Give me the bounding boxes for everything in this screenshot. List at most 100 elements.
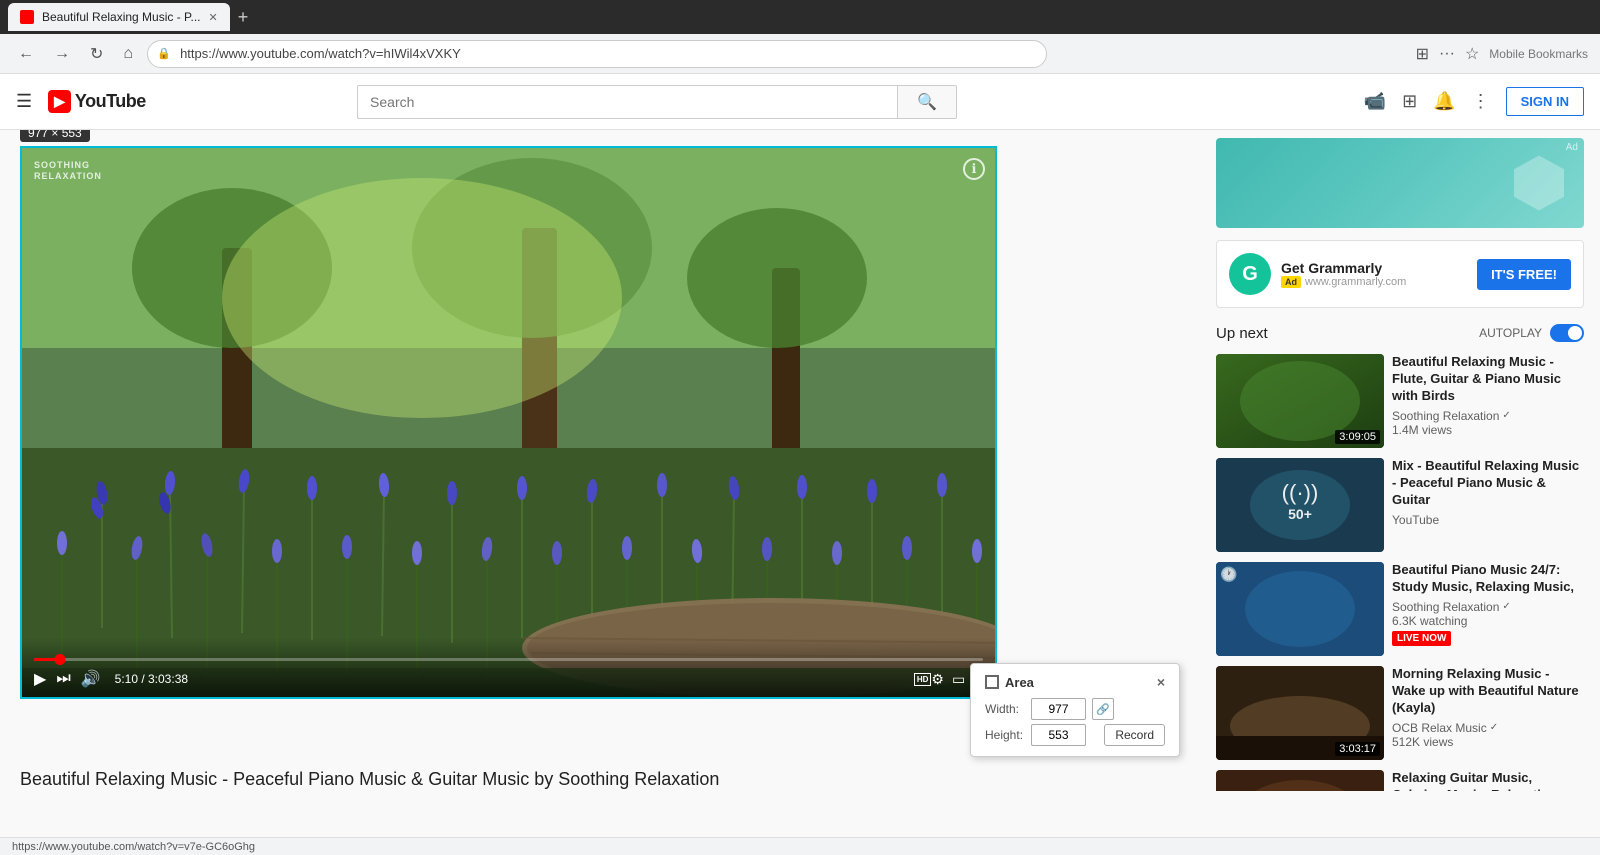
video-info-icon[interactable]: ℹ [963, 158, 985, 180]
notifications-icon[interactable]: 🔔 [1433, 91, 1455, 112]
sv-title-2: Mix - Beautiful Relaxing Music - Peacefu… [1392, 458, 1584, 509]
area-close-button[interactable]: × [1157, 674, 1165, 690]
active-tab[interactable]: Beautiful Relaxing Music - P... ✕ [8, 3, 230, 31]
sv-channel-4: OCB Relax Music ✓ [1392, 721, 1584, 735]
sign-in-button[interactable]: SIGN IN [1506, 87, 1584, 116]
next-button[interactable]: ⏭ [56, 670, 70, 688]
area-record-popup: Area × Width: 🔗 Record Height: [970, 663, 1180, 757]
sv-views-3: 6.3K watching [1392, 614, 1584, 628]
width-input[interactable] [1031, 698, 1086, 720]
search-input[interactable] [357, 85, 897, 119]
sv-verified-4: ✓ [1490, 722, 1498, 733]
address-input[interactable] [147, 40, 1047, 68]
width-field-row: Width: 🔗 Record [985, 698, 1165, 720]
player-section: 977 × 553 [0, 130, 1200, 791]
suggested-video-3[interactable]: 🕐 Beautiful Piano Music 24/7: Study Musi… [1216, 562, 1584, 656]
sv-duration-1: 3:09:05 [1335, 430, 1380, 444]
area-popup-title: Area × [985, 674, 1165, 690]
video-watermark: SOOTHING RELAXATION [34, 160, 102, 182]
flower-field-svg [22, 148, 995, 697]
ad-label: Ad [1566, 142, 1578, 153]
hamburger-menu-icon[interactable]: ☰ [16, 91, 32, 112]
video-title: Beautiful Relaxing Music - Peaceful Pian… [20, 769, 1180, 790]
sv-views-1: 1.4M views [1392, 423, 1584, 437]
suggested-video-4[interactable]: 3:03:17 Morning Relaxing Music - Wake up… [1216, 666, 1584, 760]
camera-icon[interactable]: 📹 [1364, 91, 1386, 112]
miniplayer-button[interactable]: ▭ [952, 671, 965, 688]
sv-verified-1: ✓ [1502, 410, 1510, 421]
volume-button[interactable]: 🔊 [81, 669, 101, 689]
refresh-button[interactable]: ↻ [84, 40, 109, 68]
tab-close-button[interactable]: ✕ [209, 11, 218, 24]
video-player[interactable]: SOOTHING RELAXATION ℹ ▶ ⏭ [20, 146, 997, 699]
hex-decoration [1514, 156, 1564, 211]
sv-verified-3: ✓ [1502, 601, 1510, 612]
sv-info-1: Beautiful Relaxing Music - Flute, Guitar… [1392, 354, 1584, 448]
lock-icon: 🔒 [157, 47, 171, 60]
autoplay-toggle[interactable] [1550, 324, 1584, 342]
grammarly-url: www.grammarly.com [1305, 276, 1406, 288]
grammarly-text: Get Grammarly Ad www.grammarly.com [1281, 260, 1467, 288]
video-info: Beautiful Relaxing Music - Peaceful Pian… [20, 769, 1180, 791]
live-badge: LIVE NOW [1392, 631, 1451, 646]
sv-title-1: Beautiful Relaxing Music - Flute, Guitar… [1392, 354, 1584, 405]
search-button[interactable]: 🔍 [897, 85, 957, 119]
settings-button[interactable]: HD ⚙ [914, 671, 944, 688]
height-input[interactable] [1031, 724, 1086, 746]
suggested-thumb-1: 3:09:05 [1216, 354, 1384, 448]
youtube-logo-icon: ▶ [48, 90, 71, 113]
mix-icon: ((·)) [1282, 480, 1319, 506]
grammarly-ad[interactable]: G Get Grammarly Ad www.grammarly.com IT'… [1216, 240, 1584, 308]
autoplay-label: AUTOPLAY [1479, 326, 1542, 340]
grammarly-cta-button[interactable]: IT'S FREE! [1477, 259, 1571, 290]
more-icon[interactable]: ⋮ [1472, 91, 1490, 112]
status-url: https://www.youtube.com/watch?v=v7e-GC6o… [12, 841, 255, 853]
suggested-video-5[interactable]: Relaxing Guitar Music, Calming Music, Re… [1216, 770, 1584, 791]
sv-info-2: Mix - Beautiful Relaxing Music - Peacefu… [1392, 458, 1584, 552]
main-content: 977 × 553 [0, 130, 1600, 791]
youtube-header: ☰ ▶ YouTube 🔍 📹 ⊞ 🔔 ⋮ SIGN IN [0, 74, 1600, 130]
youtube-page: ☰ ▶ YouTube 🔍 📹 ⊞ 🔔 ⋮ SIGN IN 977 × 553 [0, 74, 1600, 791]
height-label: Height: [985, 728, 1025, 742]
address-wrapper: 🔒 [147, 40, 1047, 68]
sv-title-5: Relaxing Guitar Music, Calming Music, Re… [1392, 770, 1584, 791]
suggested-video-2[interactable]: ((·)) 50+ Mix - Beautiful Relaxing Music… [1216, 458, 1584, 552]
lock-aspect-button[interactable]: 🔗 [1092, 698, 1114, 720]
youtube-logo[interactable]: ▶ YouTube [48, 90, 146, 113]
grammarly-name: Get Grammarly [1281, 260, 1382, 276]
video-size-badge: 977 × 553 [20, 130, 90, 142]
suggested-video-1[interactable]: 3:09:05 Beautiful Relaxing Music - Flute… [1216, 354, 1584, 448]
sv-views-4: 512K views [1392, 735, 1584, 749]
back-button[interactable]: ← [12, 41, 40, 67]
bookmark-icon[interactable]: ☆ [1465, 44, 1479, 64]
sv-channel-1: Soothing Relaxation ✓ [1392, 409, 1584, 423]
sv-info-4: Morning Relaxing Music - Wake up with Be… [1392, 666, 1584, 760]
suggested-thumb-5 [1216, 770, 1384, 791]
home-button[interactable]: ⌂ [117, 41, 139, 67]
extensions-icon[interactable]: ⊞ [1416, 44, 1429, 64]
more-options-icon[interactable]: ··· [1439, 45, 1455, 63]
sv-channel-2: YouTube [1392, 513, 1584, 527]
time-display: 5:10 / 3:03:38 [115, 672, 188, 686]
sv-title-4: Morning Relaxing Music - Wake up with Be… [1392, 666, 1584, 717]
clock-icon: 🕐 [1220, 566, 1237, 583]
tab-favicon [20, 10, 34, 24]
up-next-header: Up next AUTOPLAY [1216, 324, 1584, 342]
forward-button[interactable]: → [48, 41, 76, 67]
sidebar: Ad G Get Grammarly Ad www.grammarly.com … [1200, 130, 1600, 791]
progress-bar[interactable] [34, 658, 983, 661]
status-bar: https://www.youtube.com/watch?v=v7e-GC6o… [0, 837, 1600, 855]
apps-icon[interactable]: ⊞ [1402, 91, 1417, 112]
header-right: 📹 ⊞ 🔔 ⋮ SIGN IN [1364, 87, 1584, 116]
record-button[interactable]: Record [1104, 724, 1165, 746]
sv-title-3: Beautiful Piano Music 24/7: Study Music,… [1392, 562, 1584, 596]
suggested-thumb-4: 3:03:17 [1216, 666, 1384, 760]
sv-info-5: Relaxing Guitar Music, Calming Music, Re… [1392, 770, 1584, 791]
sv-channel-3: Soothing Relaxation ✓ [1392, 600, 1584, 614]
video-background: SOOTHING RELAXATION ℹ [22, 148, 995, 697]
tab-bar: Beautiful Relaxing Music - P... ✕ + [0, 0, 1600, 34]
new-tab-button[interactable]: + [230, 7, 257, 28]
play-button[interactable]: ▶ [34, 669, 46, 689]
address-bar-row: ← → ↻ ⌂ 🔒 ⊞ ··· ☆ Mobile Bookmarks [0, 34, 1600, 74]
ad-banner: Ad [1216, 138, 1584, 228]
